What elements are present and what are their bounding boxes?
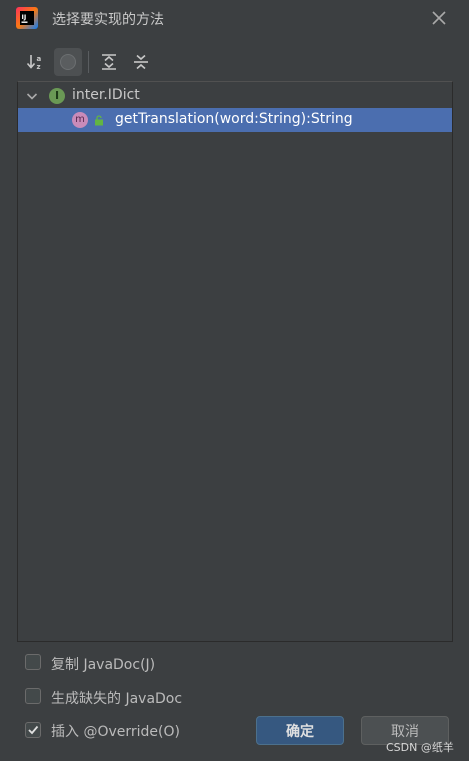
copy-javadoc-checkbox[interactable] (25, 654, 41, 670)
toolbar: a z (22, 48, 462, 78)
watermark: CSDN @纸羊 (386, 741, 454, 754)
window-title: 选择要实现的方法 (52, 12, 164, 28)
generate-missing-javadoc-label[interactable]: 生成缺失的 JavaDoc (51, 688, 182, 708)
expand-all-icon (102, 54, 116, 70)
interface-label: inter.IDict (72, 87, 140, 103)
insert-override-label[interactable]: 插入 @Override(O) (51, 721, 180, 741)
title-bar: IJ 选择要实现的方法 (0, 0, 469, 36)
public-lock-icon (95, 115, 103, 126)
tree-row-interface[interactable]: I inter.IDict (18, 84, 452, 108)
member-tree[interactable]: I inter.IDict m getTranslation(word:Stri… (17, 81, 453, 642)
ok-button[interactable]: 确定 (256, 716, 344, 745)
generate-missing-javadoc-checkbox[interactable] (25, 688, 41, 704)
close-icon[interactable] (428, 7, 450, 29)
expand-all-button[interactable] (95, 48, 123, 76)
intellij-logo-icon: IJ (16, 7, 38, 29)
tree-row-method[interactable]: m getTranslation(word:String):String (18, 108, 452, 132)
collapse-all-icon (134, 54, 148, 70)
collapse-all-button[interactable] (127, 48, 155, 76)
svg-text:z: z (37, 63, 41, 71)
toolbar-separator (88, 51, 89, 73)
checkmark-icon (28, 725, 39, 735)
method-icon: m (72, 112, 88, 128)
show-classes-button[interactable] (54, 48, 82, 76)
svg-text:a: a (37, 55, 42, 63)
method-label: getTranslation(word:String):String (115, 111, 353, 127)
interface-icon: I (49, 88, 65, 104)
sort-alphabetically-button[interactable]: a z (22, 48, 50, 76)
sort-alphabetically-icon: a z (26, 55, 42, 71)
show-classes-icon (60, 54, 76, 70)
svg-text:IJ: IJ (22, 13, 27, 21)
insert-override-checkbox[interactable] (25, 722, 41, 738)
copy-javadoc-label[interactable]: 复制 JavaDoc(J) (51, 654, 155, 674)
chevron-down-icon[interactable] (24, 88, 40, 104)
